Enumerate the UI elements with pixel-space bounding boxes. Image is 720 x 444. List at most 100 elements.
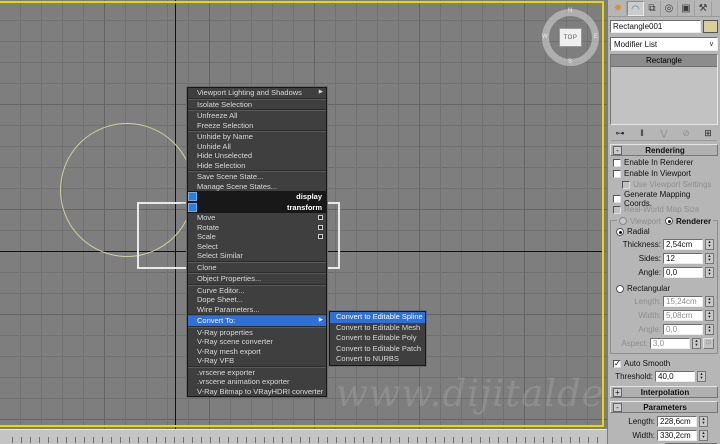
radio-icon[interactable]: [616, 285, 624, 293]
thickness-input[interactable]: 2,54cm: [663, 239, 703, 250]
hierarchy-tab[interactable]: ⧉: [644, 1, 661, 16]
menu-item-select-similar[interactable]: Select Similar: [188, 251, 326, 261]
track-bar-ticks: [4, 437, 605, 443]
menu-item-vrscene-exporter[interactable]: .vrscene exporter: [188, 368, 326, 378]
generate-mapping-row[interactable]: Generate Mapping Coords.: [608, 193, 720, 204]
spinner-arrows[interactable]: ▲▼: [697, 371, 706, 382]
menu-item-v-ray-scene-converter[interactable]: V-Ray scene converter: [188, 337, 326, 347]
parameters-rollout-header[interactable]: - Parameters: [610, 401, 718, 413]
spinner-arrows[interactable]: ▲▼: [705, 239, 714, 250]
menu-item-clone[interactable]: Clone: [188, 263, 326, 273]
param-length-input[interactable]: 228,6cm: [657, 416, 697, 427]
utilities-tab[interactable]: ⚒: [695, 1, 712, 16]
angle-input[interactable]: 0,0: [663, 267, 703, 278]
rectangular-radio-row[interactable]: Rectangular: [611, 283, 717, 294]
configure-modifier-sets-icon[interactable]: ⊞: [699, 128, 717, 139]
expand-icon[interactable]: +: [613, 388, 622, 397]
settings-box-icon[interactable]: [318, 225, 323, 230]
menu-item-convert-to-nurbs[interactable]: Convert to NURBS: [330, 354, 425, 365]
settings-box-icon[interactable]: [318, 234, 323, 239]
checkbox-icon[interactable]: [613, 170, 621, 178]
menu-item-scale[interactable]: Scale: [188, 232, 326, 242]
rect-angle-input: 0,0: [663, 324, 703, 335]
spinner-arrows[interactable]: ▲▼: [705, 253, 714, 264]
auto-smooth-row[interactable]: Auto Smooth: [608, 358, 720, 369]
menu-item-unfreeze-all[interactable]: Unfreeze All: [188, 111, 326, 121]
collapse-icon[interactable]: -: [613, 403, 622, 412]
motion-tab[interactable]: ◎: [661, 1, 678, 16]
renderer-radio-row[interactable]: Renderer: [663, 216, 713, 226]
checkbox-icon[interactable]: [613, 159, 621, 167]
convert-to-submenu: Convert to Editable SplineConvert to Edi…: [329, 311, 426, 366]
menu-item-convert-to-editable-patch[interactable]: Convert to Editable Patch: [330, 344, 425, 355]
spinner-arrows: ▲▼: [705, 296, 714, 307]
quad-section-icon: [188, 192, 197, 201]
spinner-arrows[interactable]: ▲▼: [705, 267, 714, 278]
menu-item-rotate[interactable]: Rotate: [188, 223, 326, 233]
modify-icon: ◠: [631, 4, 640, 15]
display-tab[interactable]: ▣: [678, 1, 695, 16]
menu-item-v-ray-bitmap-to-vrayhdri-converter[interactable]: V-Ray Bitmap to VRayHDRI converter: [188, 387, 326, 397]
aspect-lock-button[interactable]: ⊡: [703, 338, 714, 349]
menu-item-manage-scene-states[interactable]: Manage Scene States...: [188, 182, 326, 192]
menu-item-convert-to-editable-mesh[interactable]: Convert to Editable Mesh: [330, 323, 425, 334]
menu-item-label: .vrscene animation exporter: [197, 377, 290, 386]
spinner-arrows[interactable]: ▲▼: [699, 430, 708, 441]
interpolation-rollout-header[interactable]: + Interpolation: [610, 386, 718, 398]
viewcube-compass[interactable]: TOP N E S W: [542, 9, 599, 66]
rendering-rollout-header[interactable]: - Rendering: [610, 144, 718, 156]
stack-item-rectangle[interactable]: Rectangle: [611, 55, 717, 67]
modifier-stack-list[interactable]: Rectangle: [610, 54, 718, 125]
menu-item-unhide-by-name[interactable]: Unhide by Name: [188, 132, 326, 142]
menu-item-v-ray-mesh-export[interactable]: V-Ray mesh export: [188, 347, 326, 357]
menu-item-hide-selection[interactable]: Hide Selection: [188, 161, 326, 171]
menu-item-convert-to-editable-poly[interactable]: Convert to Editable Poly: [330, 333, 425, 344]
sides-input[interactable]: 12: [663, 253, 703, 264]
menu-item-freeze-selection[interactable]: Freeze Selection: [188, 121, 326, 131]
show-end-result-icon[interactable]: ‖: [633, 128, 651, 138]
watermark-text: www.dijitalders: [336, 372, 607, 415]
menu-item-label: Convert to Editable Patch: [336, 344, 421, 353]
menu-header-display[interactable]: display: [188, 191, 326, 202]
menu-item-unhide-all[interactable]: Unhide All: [188, 142, 326, 152]
menu-item-wire-parameters[interactable]: Wire Parameters...: [188, 305, 326, 315]
menu-item-hide-unselected[interactable]: Hide Unselected: [188, 151, 326, 161]
enable-in-viewport-row[interactable]: Enable In Viewport: [608, 168, 720, 179]
create-tab[interactable]: ✸: [610, 1, 627, 16]
menu-item-isolate-selection[interactable]: Isolate Selection: [188, 100, 326, 110]
menu-item-save-scene-state[interactable]: Save Scene State...: [188, 172, 326, 182]
menu-item-v-ray-properties[interactable]: V-Ray properties: [188, 328, 326, 338]
track-bar[interactable]: [0, 429, 607, 444]
checkbox-icon[interactable]: [613, 195, 621, 203]
modifier-list-dropdown[interactable]: Modifier List ∨: [610, 37, 718, 51]
menu-item-v-ray-vfb[interactable]: V-Ray VFB: [188, 356, 326, 366]
menu-item-label: Manage Scene States...: [197, 182, 277, 191]
viewcube-top-face[interactable]: TOP: [559, 28, 582, 47]
menu-item-convert-to-editable-spline[interactable]: Convert to Editable Spline: [330, 312, 425, 323]
menu-item-label: V-Ray Bitmap to VRayHDRI converter: [197, 387, 323, 396]
menu-item-dope-sheet[interactable]: Dope Sheet...: [188, 295, 326, 305]
menu-item-viewport-lighting-and-shadows[interactable]: Viewport Lighting and Shadows▶: [188, 88, 326, 98]
pin-stack-icon[interactable]: ⊶: [611, 128, 629, 139]
checkbox-icon[interactable]: [613, 360, 621, 368]
object-name-field[interactable]: Rectangle001: [610, 20, 701, 33]
settings-box-icon[interactable]: [318, 215, 323, 220]
menu-item-curve-editor[interactable]: Curve Editor...: [188, 286, 326, 296]
enable-in-renderer-row[interactable]: Enable In Renderer: [608, 157, 720, 168]
spinner-arrows[interactable]: ▲▼: [699, 416, 708, 427]
threshold-input[interactable]: 40,0: [655, 371, 695, 382]
menu-item-convert-to[interactable]: Convert To:▶: [188, 316, 326, 326]
param-width-input[interactable]: 330,2cm: [657, 430, 697, 441]
menu-item-move[interactable]: Move: [188, 213, 326, 223]
radio-icon[interactable]: [665, 217, 673, 225]
collapse-icon[interactable]: -: [613, 146, 622, 155]
menu-item-vrscene-animation-exporter[interactable]: .vrscene animation exporter: [188, 377, 326, 387]
modify-tab[interactable]: ◠: [627, 1, 644, 16]
param-length-row: Length: 228,6cm ▲▼: [608, 414, 720, 428]
radial-radio-row[interactable]: Radial: [611, 226, 717, 237]
object-color-swatch[interactable]: [703, 20, 718, 33]
radio-icon[interactable]: [616, 228, 624, 236]
menu-header-transform[interactable]: transform: [188, 202, 326, 213]
menu-item-object-properties[interactable]: Object Properties...: [188, 274, 326, 284]
menu-item-select[interactable]: Select: [188, 242, 326, 252]
